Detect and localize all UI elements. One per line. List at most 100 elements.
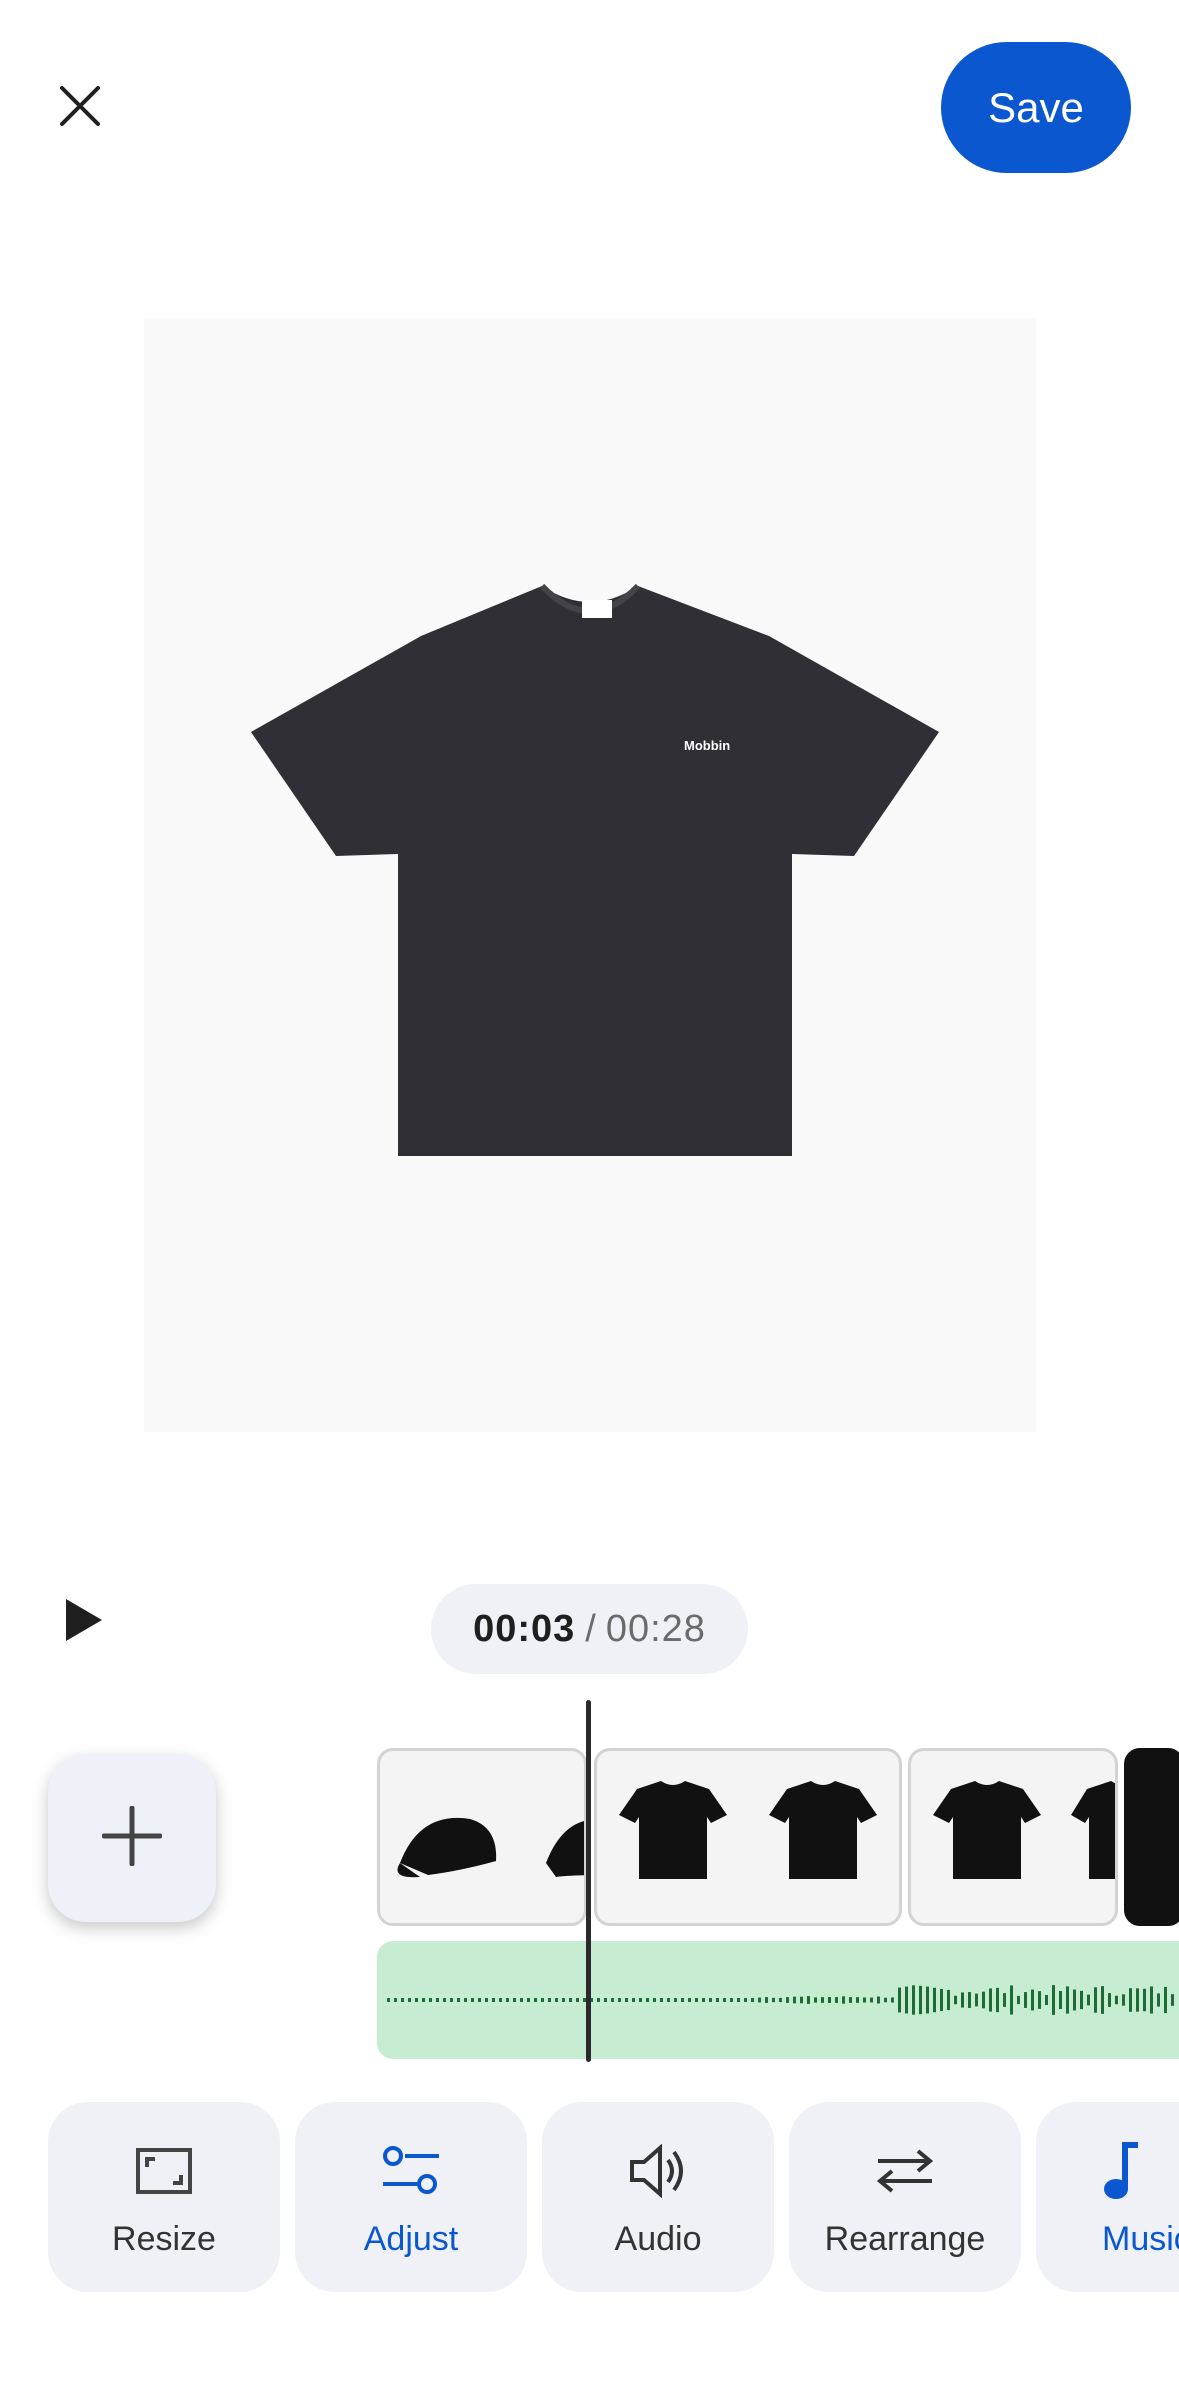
waveform-bar	[1108, 1993, 1111, 2007]
waveform-bar	[961, 1992, 964, 2008]
waveform-bar	[884, 1997, 887, 2003]
waveform-bar	[947, 1989, 950, 2011]
media-preview: Mobbin	[144, 318, 1036, 1432]
waveform-bar	[996, 1987, 999, 2013]
waveform-bar	[744, 1998, 747, 2002]
close-button[interactable]	[40, 68, 120, 148]
add-clip-button[interactable]	[48, 1754, 216, 1922]
waveform-bar	[681, 1998, 684, 2002]
save-button[interactable]: Save	[941, 42, 1131, 173]
waveform-bar	[898, 1987, 901, 2013]
audio-track[interactable]	[377, 1941, 1179, 2059]
tool-audio[interactable]: Audio	[542, 2102, 774, 2292]
waveform-bar	[1101, 1986, 1104, 2014]
waveform-bar	[422, 1998, 425, 2002]
waveform-bar	[548, 1998, 551, 2002]
waveform-bar	[1038, 1991, 1041, 2009]
waveform-bar	[1150, 1986, 1153, 2014]
waveform-bar	[919, 1985, 922, 2015]
waveform-bar	[800, 1996, 803, 2004]
waveform-bar	[660, 1998, 663, 2002]
waveform-bar	[793, 1996, 796, 2004]
waveform-bar	[611, 1998, 614, 2002]
waveform-bar	[737, 1998, 740, 2002]
tool-adjust-label: Adjust	[363, 2219, 459, 2258]
waveform-bar	[569, 1998, 572, 2002]
tool-rearrange[interactable]: Rearrange	[789, 2102, 1021, 2292]
waveform-bar	[723, 1998, 726, 2002]
waveform-bar	[877, 1996, 880, 2004]
volume-icon	[623, 2136, 693, 2206]
waveform-bar	[954, 1995, 957, 2005]
waveform-bar	[940, 1988, 943, 2012]
timeline-clip-partial[interactable]	[1124, 1748, 1179, 1926]
waveform-bar	[506, 1998, 509, 2002]
total-time: 00:28	[605, 1607, 706, 1650]
cap-thumbnail	[397, 1817, 584, 1878]
waveform-bar	[1136, 1988, 1139, 2012]
waveform-bar	[863, 1997, 866, 2003]
tool-resize-label: Resize	[112, 2219, 216, 2258]
playback-time: 00:03 / 00:28	[431, 1584, 748, 1674]
waveform-bar	[814, 1997, 817, 2003]
waveform-bar	[765, 1997, 768, 2003]
waveform-bar	[933, 1987, 936, 2013]
waveform-bar	[541, 1998, 544, 2002]
waveform-bar	[1157, 1993, 1160, 2007]
waveform-bar	[1094, 1987, 1097, 2013]
waveform-bar	[1059, 1990, 1062, 2010]
close-icon	[58, 84, 102, 133]
waveform-bar	[716, 1998, 719, 2002]
waveform-bar	[870, 1997, 873, 2003]
timeline-clip-tshirt-1[interactable]	[594, 1748, 902, 1926]
waveform-bar	[1087, 1994, 1090, 2006]
tshirt-thumbnail	[933, 1781, 1115, 1879]
tool-audio-label: Audio	[614, 2219, 702, 2258]
waveform-bar	[786, 1997, 789, 2003]
waveform-bar	[1080, 1990, 1083, 2010]
waveform-bar	[478, 1998, 481, 2002]
waveform-bar	[695, 1998, 698, 2002]
time-separator: /	[585, 1607, 596, 1650]
tool-adjust[interactable]: Adjust	[295, 2102, 527, 2292]
tool-resize[interactable]: Resize	[48, 2102, 280, 2292]
waveform-bar	[842, 1996, 845, 2004]
resize-icon	[129, 2136, 199, 2206]
waveform-bar	[1122, 1994, 1125, 2006]
waveform-bar	[1045, 1995, 1048, 2005]
waveform-bar	[674, 1998, 677, 2002]
waveform-bar	[471, 1998, 474, 2002]
play-button[interactable]	[58, 1595, 108, 1645]
waveform-bar	[1017, 1995, 1020, 2005]
timeline-clip-tshirt-2[interactable]	[908, 1748, 1118, 1926]
waveform-bar	[1010, 1985, 1013, 2015]
waveform-bar	[415, 1998, 418, 2002]
waveform-bar	[1052, 1985, 1055, 2015]
waveform-bar	[562, 1998, 565, 2002]
tool-rearrange-label: Rearrange	[824, 2219, 986, 2258]
waveform-bar	[646, 1998, 649, 2002]
waveform-bar	[821, 1997, 824, 2003]
waveform-bar	[968, 1992, 971, 2008]
tool-music[interactable]: Music	[1036, 2102, 1179, 2292]
waveform-bar	[989, 1988, 992, 2012]
waveform-bar	[632, 1998, 635, 2002]
waveform-bar	[982, 1991, 985, 2009]
waveform-bar	[534, 1998, 537, 2002]
waveform-bar	[1066, 1986, 1069, 2014]
waveform-bar	[779, 1997, 782, 2003]
waveform-bar	[1024, 1992, 1027, 2008]
tshirt-image: Mobbin	[251, 583, 939, 1156]
audio-waveform	[387, 1985, 1174, 2015]
waveform-bar	[1003, 1993, 1006, 2007]
adjust-icon	[376, 2136, 446, 2206]
waveform-bar	[926, 1986, 929, 2014]
waveform-bar	[618, 1998, 621, 2002]
waveform-bar	[1073, 1989, 1076, 2011]
waveform-bar	[772, 1997, 775, 2003]
playhead[interactable]	[586, 1700, 591, 2062]
waveform-bar	[912, 1985, 915, 2015]
waveform-bar	[401, 1998, 404, 2002]
waveform-bar	[408, 1998, 411, 2002]
timeline-clip-cap[interactable]	[377, 1748, 587, 1926]
